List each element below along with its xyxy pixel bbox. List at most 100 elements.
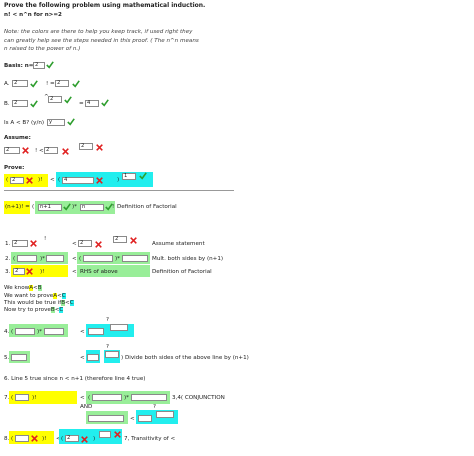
cross-icon (22, 147, 29, 154)
step-4-input-3[interactable] (88, 328, 104, 335)
step-7-input-4[interactable] (88, 415, 124, 422)
step-4-input-4[interactable] (110, 324, 128, 331)
cross-icon (26, 268, 33, 275)
check-icon (63, 203, 71, 211)
step-3-less-than: < (72, 269, 77, 275)
page-title: Prove the following problem using mathem… (4, 2, 206, 9)
basis-b-input-2[interactable]: 2 (48, 96, 62, 103)
step-8-input-2[interactable]: 2 (65, 435, 79, 442)
step-4-caret: ? (106, 317, 109, 323)
divider (4, 190, 234, 191)
step-1-input-3[interactable]: 2 (113, 236, 127, 243)
step-7-input-3[interactable] (131, 394, 167, 401)
cross-icon (114, 431, 121, 438)
step-7-open-paren-2: ( (88, 395, 91, 401)
step-3-input-1[interactable]: 2 (13, 268, 25, 275)
step-7-input-1[interactable] (15, 394, 29, 401)
basis-b-equals: = (79, 101, 84, 107)
cross-icon (130, 237, 137, 244)
basis-b-input-3[interactable]: 4 (85, 100, 99, 107)
step-3-rhs: RHS of above (80, 269, 118, 275)
basis-b-input-1[interactable]: 2 (12, 100, 28, 107)
step-5-less-than: < (80, 355, 85, 361)
step-1-reason: Assume statement (152, 241, 205, 247)
step-2-input-1[interactable] (17, 255, 37, 262)
step-3-label: 3. (5, 269, 11, 275)
prove-open-paren-2: ( (58, 177, 61, 183)
assume-input-3[interactable]: 2 (79, 143, 93, 150)
check-icon (64, 96, 72, 104)
step-5-reason: Divide both sides of the above line by (… (125, 355, 249, 361)
check-icon (30, 100, 38, 108)
assume-input-2[interactable]: 2 (44, 147, 58, 154)
assume-input-1[interactable]: 2 (4, 147, 20, 154)
basis-a-label: A. (4, 81, 10, 87)
step-3-factorial: )! (40, 269, 45, 275)
basis-a-factorial: ! = (46, 81, 55, 87)
know-line-3-c: C (69, 300, 74, 306)
basis-a-input-1[interactable]: 2 (12, 80, 28, 87)
step-8-reason: 7, Transitivity of < (124, 436, 176, 442)
step-7-less-than-2: < (130, 416, 135, 422)
step-7-reason: 3,4( CONJUNCTION (172, 395, 225, 401)
step-1-label: 1. (5, 241, 11, 247)
step-1-input-1[interactable]: 2 (12, 240, 28, 247)
note-line-2: can greatly help see the steps needed in… (4, 38, 199, 44)
step-2-open-paren-2: ( (79, 256, 82, 262)
step-4-input-1[interactable] (15, 328, 35, 335)
step-2-open-paren: ( (13, 256, 16, 262)
step-2-less-than: < (72, 256, 77, 262)
know-line-4-c: C (59, 307, 64, 313)
step-2-times-2: )* (115, 256, 120, 262)
definition-reason: Definition of Factorial (117, 204, 177, 210)
prove-input-1[interactable]: 2 (10, 177, 24, 184)
check-icon (46, 61, 54, 69)
prove-close-paren: )! (38, 177, 43, 183)
cross-icon (96, 144, 103, 151)
definition-input-2[interactable]: n (80, 204, 104, 211)
step-5-close-paren: ) (121, 355, 124, 361)
step-8-open-paren-2: ( (61, 436, 64, 442)
basis-answer-input[interactable]: y (47, 119, 65, 126)
step-8-close-paren: ) (93, 436, 96, 442)
prove-input-3[interactable]: 1 (122, 173, 136, 180)
step-2-input-4[interactable] (122, 255, 148, 262)
step-3-reason: Definition of Factorial (152, 269, 212, 275)
step-2-input-2[interactable] (46, 255, 64, 262)
prove-less-than: < (50, 177, 55, 183)
know-line-1-text: We know (4, 285, 30, 291)
check-icon (67, 118, 75, 126)
step-7-input-5[interactable] (138, 415, 152, 422)
step-8-input-1[interactable] (15, 435, 29, 442)
step-7-input-2[interactable] (92, 394, 122, 401)
know-line-2-c: C (61, 293, 66, 299)
prove-open-paren: ( (6, 177, 9, 183)
step-1-factorial: ! (44, 236, 47, 242)
step-5-input-1[interactable] (11, 354, 27, 361)
know-line-1: We knowA<B (4, 285, 42, 292)
step-2-input-3[interactable] (83, 255, 113, 262)
step-7-and: AND (80, 404, 93, 410)
check-icon (72, 80, 80, 88)
step-4-input-2[interactable] (44, 328, 64, 335)
assume-factorial: ! < (35, 148, 44, 154)
basis-label: Basis: n= (4, 63, 34, 69)
step-8-input-3[interactable] (99, 431, 111, 438)
step-6-text: 6. Line 5 true since n < n+1 (therefore … (4, 376, 146, 382)
cross-icon (96, 177, 103, 184)
check-icon (101, 99, 109, 107)
know-line-1-b: B (37, 285, 42, 291)
basis-n-input[interactable]: 2 (33, 62, 45, 69)
prove-input-2[interactable]: 4 (62, 177, 94, 184)
step-1-input-2[interactable]: 2 (78, 240, 92, 247)
note-line-3: n raised to the power of n.) (4, 46, 81, 52)
prove-close-paren-2: ) (117, 177, 120, 183)
step-5-input-3[interactable] (105, 351, 119, 358)
definition-input-1[interactable]: n+1 (38, 204, 62, 211)
cross-icon (95, 241, 102, 248)
basis-a-input-2[interactable]: 2 (55, 80, 69, 87)
step-5-input-2[interactable] (87, 354, 99, 361)
cross-icon (30, 240, 37, 247)
step-7-input-6[interactable] (156, 411, 174, 418)
check-icon (30, 80, 38, 88)
